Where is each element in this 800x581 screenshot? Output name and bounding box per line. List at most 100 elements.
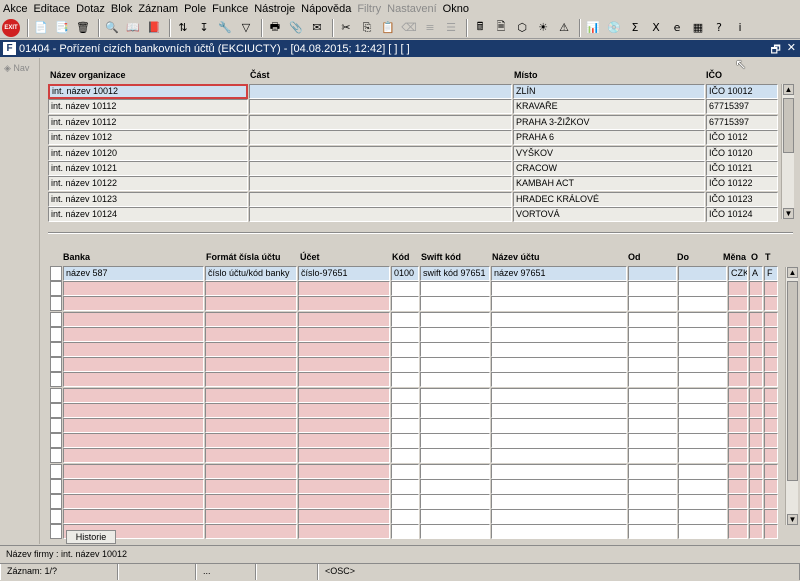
- print-icon[interactable]: 🖶: [266, 19, 284, 37]
- bank-cell[interactable]: A: [749, 266, 763, 281]
- help-icon[interactable]: ?: [710, 19, 728, 37]
- org-cell[interactable]: int. název 10120: [48, 145, 248, 161]
- bank-cell[interactable]: [205, 418, 297, 433]
- bank-cell[interactable]: [491, 494, 627, 509]
- bank-cell[interactable]: [63, 296, 204, 312]
- bank-cell[interactable]: [205, 478, 297, 494]
- row-selector[interactable]: [50, 402, 62, 418]
- bank-cell[interactable]: [63, 494, 204, 509]
- bank-cell[interactable]: [749, 357, 763, 373]
- bank-cell[interactable]: [764, 418, 778, 433]
- bank-cell[interactable]: [420, 509, 490, 525]
- bank-cell[interactable]: [491, 387, 627, 403]
- bank-cell[interactable]: [420, 387, 490, 403]
- org-cell[interactable]: int. název 10112: [48, 99, 248, 115]
- bank-cell[interactable]: [63, 463, 204, 479]
- bank-cell[interactable]: [628, 357, 677, 373]
- bank-cell[interactable]: [491, 524, 627, 540]
- bank-cell[interactable]: [491, 326, 627, 342]
- nav-button[interactable]: ◈ Nav: [0, 58, 39, 74]
- bank-cell[interactable]: [63, 448, 204, 464]
- bank-cell[interactable]: [678, 311, 727, 327]
- row-selector[interactable]: [50, 296, 62, 312]
- exit-button[interactable]: EXIT: [2, 18, 20, 37]
- execute-query-icon[interactable]: 📖: [124, 19, 142, 37]
- scroll-thumb[interactable]: [787, 281, 798, 481]
- bank-cell[interactable]: [391, 326, 419, 342]
- org-cell[interactable]: [249, 191, 512, 207]
- bank-cell[interactable]: [205, 387, 297, 403]
- bank-cell[interactable]: [298, 387, 390, 403]
- bank-cell[interactable]: [764, 402, 778, 418]
- bank-cell[interactable]: [298, 326, 390, 342]
- scroll-thumb[interactable]: [783, 98, 794, 153]
- bank-cell[interactable]: [628, 342, 677, 357]
- row-selector[interactable]: [50, 281, 62, 297]
- filter-icon[interactable]: ▽: [237, 19, 255, 37]
- bank-cell[interactable]: [728, 463, 748, 479]
- document-icon[interactable]: 🗎: [492, 19, 510, 37]
- bank-cell[interactable]: [391, 311, 419, 327]
- disk-icon[interactable]: 💿: [605, 19, 623, 37]
- bank-cell[interactable]: [764, 478, 778, 494]
- bank-cell[interactable]: [491, 357, 627, 373]
- menu-item[interactable]: Okno: [443, 3, 469, 15]
- report-icon[interactable]: 📊: [584, 19, 602, 37]
- bank-cell[interactable]: [678, 402, 727, 418]
- bank-cell[interactable]: [205, 311, 297, 327]
- bank-cell[interactable]: [420, 463, 490, 479]
- bank-cell[interactable]: [628, 433, 677, 449]
- org-cell[interactable]: CRACOW: [513, 161, 705, 176]
- org-cell[interactable]: IČO 10012: [706, 84, 778, 99]
- row-selector[interactable]: [50, 524, 62, 540]
- bank-cell[interactable]: [391, 433, 419, 449]
- bank-cell[interactable]: [420, 524, 490, 540]
- bank-cell[interactable]: [491, 463, 627, 479]
- bank-cell[interactable]: [420, 311, 490, 327]
- cancel-query-icon[interactable]: 📕: [145, 19, 163, 37]
- org-cell[interactable]: int. název 10012: [48, 84, 248, 99]
- bank-cell[interactable]: [764, 311, 778, 327]
- menu-item[interactable]: Filtry: [357, 3, 381, 15]
- bank-cell[interactable]: [420, 418, 490, 433]
- calculator-icon[interactable]: 🖩: [471, 19, 489, 37]
- bank-cell[interactable]: [63, 418, 204, 433]
- info-icon[interactable]: i: [731, 19, 749, 37]
- copy-icon[interactable]: ⎘: [358, 19, 376, 37]
- bank-cell[interactable]: [628, 311, 677, 327]
- bank-cell[interactable]: [391, 509, 419, 525]
- bank-cell[interactable]: [205, 372, 297, 388]
- bank-cell[interactable]: [420, 281, 490, 297]
- bank-cell[interactable]: [298, 357, 390, 373]
- org-cell[interactable]: int. název 10121: [48, 161, 248, 176]
- bank-cell[interactable]: [749, 433, 763, 449]
- bank-cell[interactable]: [764, 463, 778, 479]
- bank-cell[interactable]: [420, 342, 490, 357]
- bank-cell[interactable]: [749, 509, 763, 525]
- bank-cell[interactable]: [728, 296, 748, 312]
- bank-cell[interactable]: [764, 296, 778, 312]
- org-cell[interactable]: IČO 10120: [706, 145, 778, 161]
- bank-cell[interactable]: [391, 342, 419, 357]
- bank-cell[interactable]: [764, 357, 778, 373]
- org-cell[interactable]: IČO 10123: [706, 191, 778, 207]
- bank-cell[interactable]: [764, 524, 778, 540]
- bank-cell[interactable]: swift kód 97651: [420, 266, 490, 281]
- row-selector[interactable]: [50, 342, 62, 357]
- bank-cell[interactable]: [749, 281, 763, 297]
- bank-cell[interactable]: [391, 281, 419, 297]
- row-selector[interactable]: [50, 311, 62, 327]
- bank-cell[interactable]: [491, 433, 627, 449]
- bank-cell[interactable]: [63, 281, 204, 297]
- paste-icon[interactable]: 📋: [379, 19, 397, 37]
- bank-cell[interactable]: [678, 463, 727, 479]
- bank-cell[interactable]: [628, 524, 677, 540]
- org-cell[interactable]: IČO 1012: [706, 130, 778, 146]
- bank-cell[interactable]: [491, 509, 627, 525]
- menu-item[interactable]: Nápověda: [301, 3, 351, 15]
- bank-cell[interactable]: [420, 357, 490, 373]
- bank-cell[interactable]: [391, 418, 419, 433]
- bank-cell[interactable]: [205, 524, 297, 540]
- bank-cell[interactable]: [764, 372, 778, 388]
- bank-cell[interactable]: [491, 372, 627, 388]
